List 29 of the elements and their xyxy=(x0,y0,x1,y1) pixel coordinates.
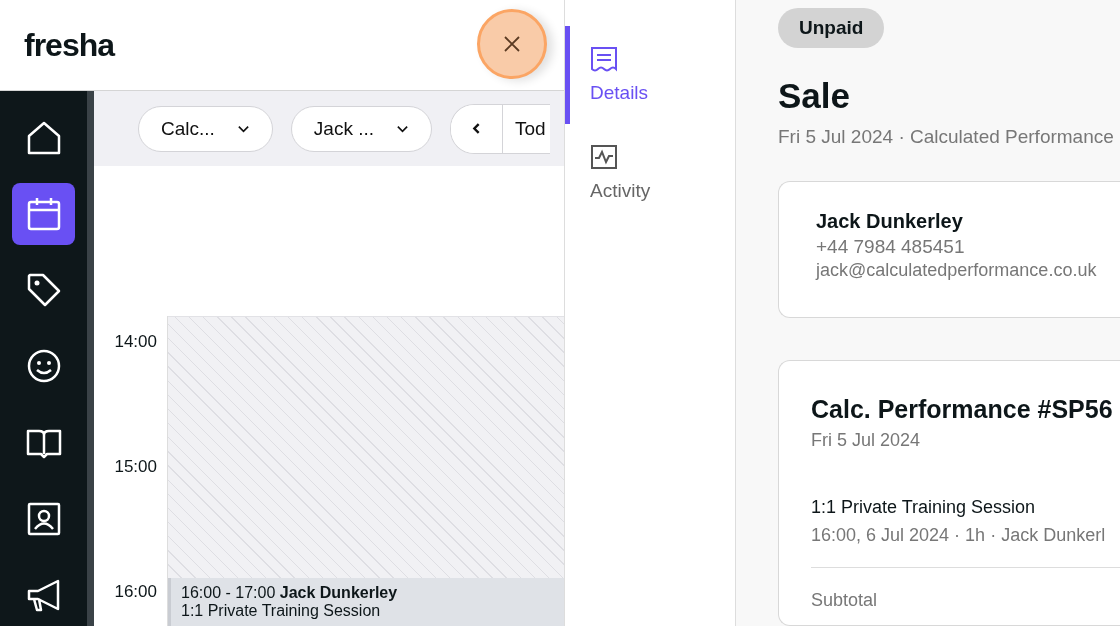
client-card[interactable]: Jack Dunkerley +44 7984 485451 jack@calculatedperformance.co.uk xyxy=(778,181,1120,318)
hour-label: 15:00 xyxy=(114,456,157,478)
close-icon xyxy=(502,34,522,54)
item-name: 1:1 Private Training Session xyxy=(811,497,1037,518)
hour-label: 16:00 xyxy=(114,581,157,603)
invoice-date: Fri 5 Jul 2024 xyxy=(811,430,922,451)
invoice-title: Calc. Performance #SP56 xyxy=(811,395,1114,424)
sale-subtitle: Fri 5 Jul 2024 · Calculated Performance xyxy=(778,126,1114,148)
subtotal-label: Subtotal xyxy=(811,590,879,611)
filter-dropdown[interactable]: Jack ... xyxy=(290,105,433,152)
contact-card-icon xyxy=(25,501,62,538)
smiley-icon xyxy=(25,348,62,385)
status-badge: Unpaid xyxy=(778,8,885,48)
home-icon xyxy=(25,119,62,156)
activity-icon xyxy=(590,144,618,170)
client-email: jack@calculatedperformance.co.uk xyxy=(816,260,1098,281)
panel-tab[interactable]: Activity xyxy=(565,124,735,222)
hour-label: 14:00 xyxy=(114,331,157,353)
client-phone: +44 7984 485451 xyxy=(816,236,966,258)
appointment-block[interactable]: 16:00 - 17:00 Jack Dunkerley 1:1 Private Training Session xyxy=(168,578,564,626)
calendar-icon xyxy=(25,195,62,232)
fresha-logo[interactable]: fresha xyxy=(24,26,115,64)
receipt-icon xyxy=(590,46,618,72)
tag-icon xyxy=(25,272,62,309)
megaphone-icon xyxy=(25,577,62,614)
item-details: 16:00, 6 Jul 2024 · 1h · Jack Dunkerl xyxy=(811,525,1107,546)
filter-dropdown[interactable]: Calc... xyxy=(138,105,273,152)
sale-title: Sale xyxy=(778,76,850,116)
client-name: Jack Dunkerley xyxy=(816,210,964,233)
